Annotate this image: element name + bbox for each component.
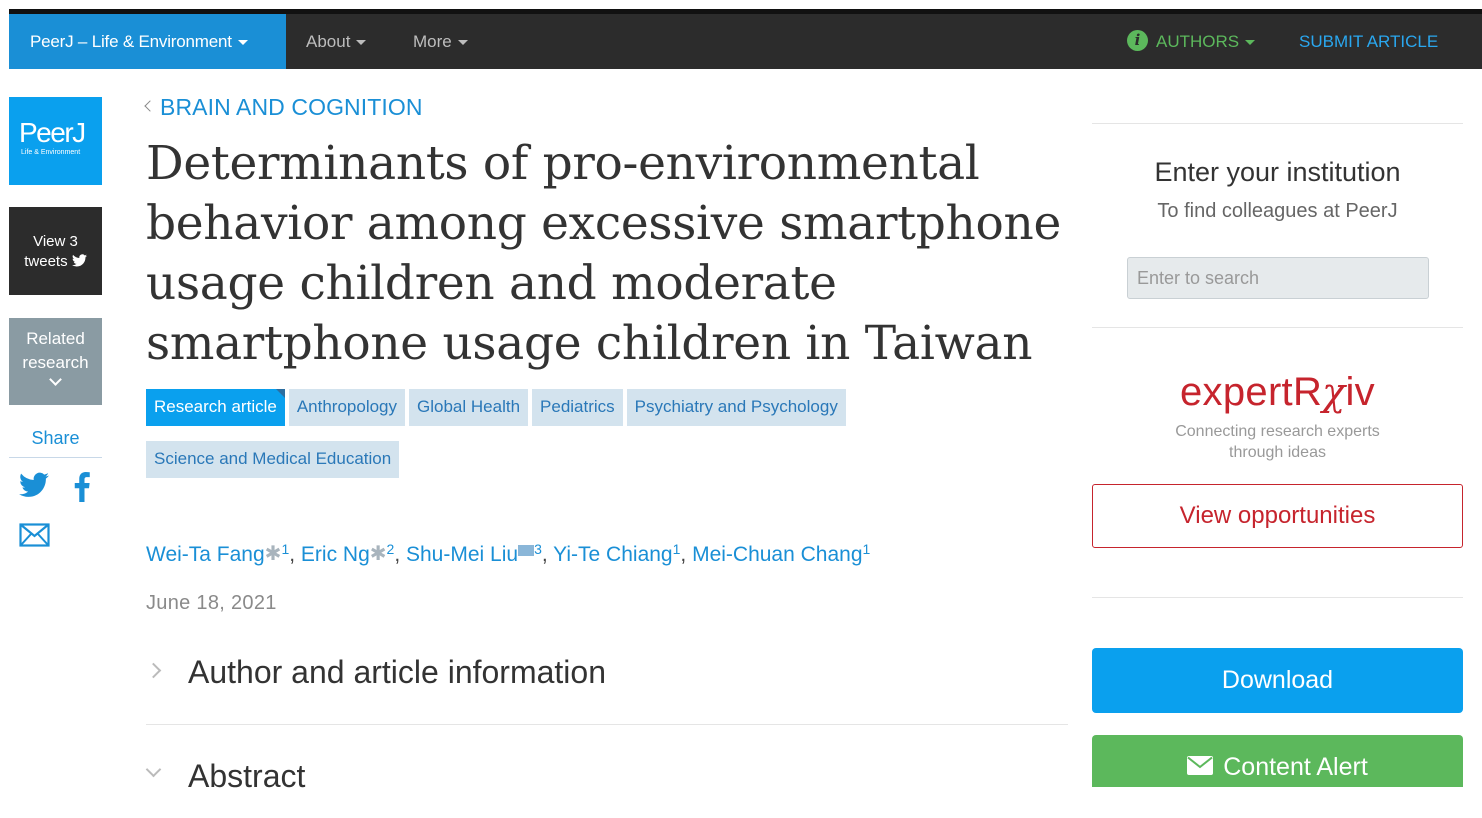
tag-anthropology[interactable]: Anthropology	[288, 389, 406, 426]
tag-pediatrics[interactable]: Pediatrics	[532, 389, 623, 426]
nav-about-label: About	[306, 32, 351, 51]
asterisk-icon: ✱	[369, 543, 387, 565]
tagline-line1: Connecting research experts	[1175, 423, 1380, 440]
affiliation-sup[interactable]: 3	[534, 541, 542, 557]
publication-date: June 18, 2021	[146, 592, 277, 614]
brand-label: PeerJ – Life & Environment	[30, 32, 232, 51]
download-button[interactable]: Download	[1092, 648, 1463, 713]
breadcrumb[interactable]: BRAIN AND COGNITION	[144, 94, 423, 121]
author-link[interactable]: Shu-Mei Liu	[406, 543, 518, 566]
content-alert-label: Content Alert	[1223, 753, 1368, 781]
expert-logo-part: iv	[1345, 370, 1375, 414]
envelope-icon	[1187, 755, 1214, 775]
twitter-share-icon[interactable]	[19, 472, 49, 498]
tag-global-health[interactable]: Global Health	[409, 389, 529, 426]
institution-title: Enter your institution	[1154, 157, 1401, 187]
caret-down-icon	[1245, 40, 1256, 46]
author-link[interactable]: Eric Ng	[301, 543, 370, 566]
sidebar-divider	[1092, 123, 1463, 124]
section-label: Author and article information	[188, 654, 606, 690]
sidebar-divider	[1092, 597, 1463, 598]
share-label: Share	[31, 428, 80, 448]
caret-down-icon	[457, 40, 468, 46]
logo-subtitle: Life & Environment	[21, 149, 81, 156]
email-share-icon[interactable]	[19, 523, 50, 548]
expert-logo-part: expertR	[1180, 370, 1323, 414]
content-alert-button[interactable]: Content Alert	[1092, 735, 1463, 787]
nav-more[interactable]: More	[413, 14, 468, 69]
view-opportunities-button[interactable]: View opportunities	[1092, 484, 1463, 548]
affiliation-sup[interactable]: 1	[281, 541, 289, 557]
expertrxiv-logo[interactable]: expertRχiv	[1092, 370, 1463, 415]
logo-wordmark: PeerJ	[19, 117, 86, 148]
tweets-line2: tweets	[24, 253, 68, 270]
chevron-left-icon	[144, 100, 156, 112]
view-tweets-button[interactable]: View 3 tweets	[9, 207, 102, 295]
institution-subtitle: To find colleagues at PeerJ	[1157, 200, 1398, 222]
nav-more-label: More	[413, 32, 452, 51]
article-title: Determinants of pro-environmental behavi…	[146, 136, 1061, 371]
nav-authors-label: AUTHORS	[1156, 32, 1240, 51]
envelope-icon[interactable]	[518, 545, 535, 556]
affiliation-sup[interactable]: 1	[673, 541, 681, 557]
expertrxiv-tagline: Connecting research experts through idea…	[1092, 421, 1463, 463]
subject-tags: Research article Anthropology Global Healt…	[146, 389, 1046, 493]
caret-down-icon	[237, 40, 248, 46]
institution-search-input[interactable]	[1127, 257, 1429, 299]
author-link[interactable]: Yi-Te Chiang	[553, 543, 672, 566]
peerj-logo[interactable]: PeerJ Life & Environment	[9, 97, 102, 185]
tag-science-medical-education[interactable]: Science and Medical Education	[146, 441, 400, 478]
related-line1: Related	[26, 329, 85, 348]
chevron-down-icon	[145, 761, 162, 778]
twitter-icon	[71, 254, 87, 267]
breadcrumb-label: BRAIN AND COGNITION	[160, 94, 423, 120]
nav-authors[interactable]: i AUTHORS	[1127, 14, 1256, 69]
tweets-line1: View 3	[33, 233, 78, 250]
section-divider	[146, 724, 1068, 725]
share-divider	[9, 457, 102, 458]
author-list: Wei-Ta Fang✱1, Eric Ng✱2, Shu-Mei Liu 3, …	[146, 541, 871, 566]
related-research-button[interactable]: Related research	[9, 318, 102, 405]
tag-psychiatry-psychology[interactable]: Psychiatry and Psychology	[626, 389, 846, 426]
related-line2: research	[22, 353, 89, 372]
caret-down-icon	[356, 40, 367, 46]
affiliation-sup[interactable]: 2	[387, 541, 395, 557]
nav-submit-article[interactable]: SUBMIT ARTICLE	[1299, 14, 1438, 69]
author-link[interactable]: Wei-Ta Fang	[146, 543, 265, 566]
nav-about[interactable]: About	[306, 14, 367, 69]
tagline-line2: through ideas	[1229, 444, 1326, 461]
affiliation-sup[interactable]: 1	[863, 541, 871, 557]
sidebar-divider	[1092, 327, 1463, 328]
top-navbar: PeerJ – Life & Environment About More iA…	[9, 14, 1482, 69]
section-label: Abstract	[188, 758, 306, 794]
facebook-share-icon[interactable]	[72, 472, 92, 502]
tag-research-article[interactable]: Research article	[146, 389, 285, 426]
chevron-right-icon	[145, 662, 162, 679]
author-link[interactable]: Mei-Chuan Chang	[692, 543, 862, 566]
brand-menu[interactable]: PeerJ – Life & Environment	[9, 14, 286, 69]
chevron-down-icon	[49, 373, 62, 386]
info-icon: i	[1127, 30, 1148, 52]
expert-logo-chi: χ	[1322, 370, 1346, 414]
asterisk-icon: ✱	[264, 543, 282, 565]
